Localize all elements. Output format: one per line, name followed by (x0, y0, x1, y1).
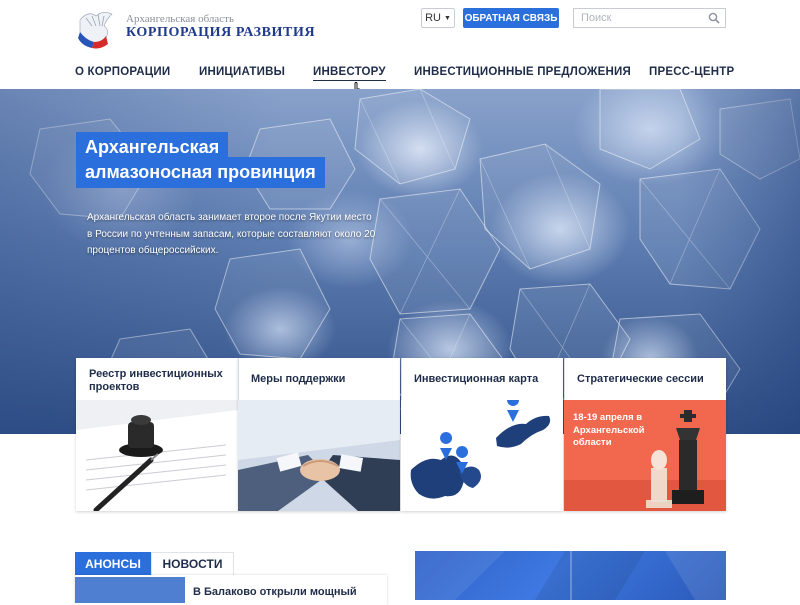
news-thumbnail[interactable] (75, 577, 185, 603)
sessions-date-text: 18-19 апреля в Архангельской области (573, 412, 645, 448)
nav-item-investor[interactable]: ИНВЕСТОРУ (313, 66, 386, 81)
card-project-registry[interactable]: Реестр инвестиционных проектов (76, 358, 238, 511)
tab-anons[interactable]: АНОНСЫ (75, 552, 151, 576)
region-map-image (401, 400, 563, 511)
nav-item-press-center[interactable]: ПРЕСС-ЦЕНТР (649, 66, 734, 78)
search-icon[interactable] (708, 12, 720, 24)
handshake-image (238, 400, 400, 511)
logo-subtitle: Архангельская область (126, 13, 234, 25)
hero-title-line2: алмазоносная провинция (76, 157, 325, 188)
card-title: Реестр инвестиционных проектов (89, 368, 223, 393)
card-title: Инвестиционная карта (414, 373, 539, 385)
feedback-button[interactable]: ОБРАТНАЯ СВЯЗЬ (463, 8, 559, 28)
stamp-and-pen-image (76, 400, 238, 511)
news-headline[interactable]: В Балаково открыли мощный (193, 586, 357, 598)
language-select[interactable]: RU ▼ (421, 8, 455, 28)
nav-item-corporation[interactable]: О КОРПОРАЦИИ (75, 66, 170, 78)
caret-down-icon: ▼ (443, 14, 451, 22)
logo-title[interactable]: КОРПОРАЦИЯ РАЗВИТИЯ (126, 25, 315, 41)
card-support-measures[interactable]: Меры поддержки (238, 358, 400, 511)
hero-description: Архангельская область занимает второе по… (87, 212, 376, 256)
tab-news[interactable]: НОВОСТИ (151, 552, 234, 576)
nav-item-initiatives[interactable]: ИНИЦИАТИВЫ (199, 66, 285, 78)
card-investment-map[interactable]: Инвестиционная карта (401, 358, 563, 511)
promo-banner[interactable] (415, 551, 726, 600)
nav-item-investment-offers[interactable]: ИНВЕСТИЦИОННЫЕ ПРЕДЛОЖЕНИЯ (414, 66, 631, 78)
search-input[interactable] (574, 9, 707, 27)
abstract-pattern (415, 551, 726, 600)
card-title: Меры поддержки (251, 373, 346, 385)
language-value: RU (425, 12, 441, 24)
card-title: Стратегические сессии (577, 373, 704, 385)
logo-emblem[interactable] (74, 6, 118, 50)
search-box (573, 8, 726, 28)
card-strategic-sessions[interactable]: Стратегические сессии 18-19 апреля в Арх… (564, 358, 726, 511)
